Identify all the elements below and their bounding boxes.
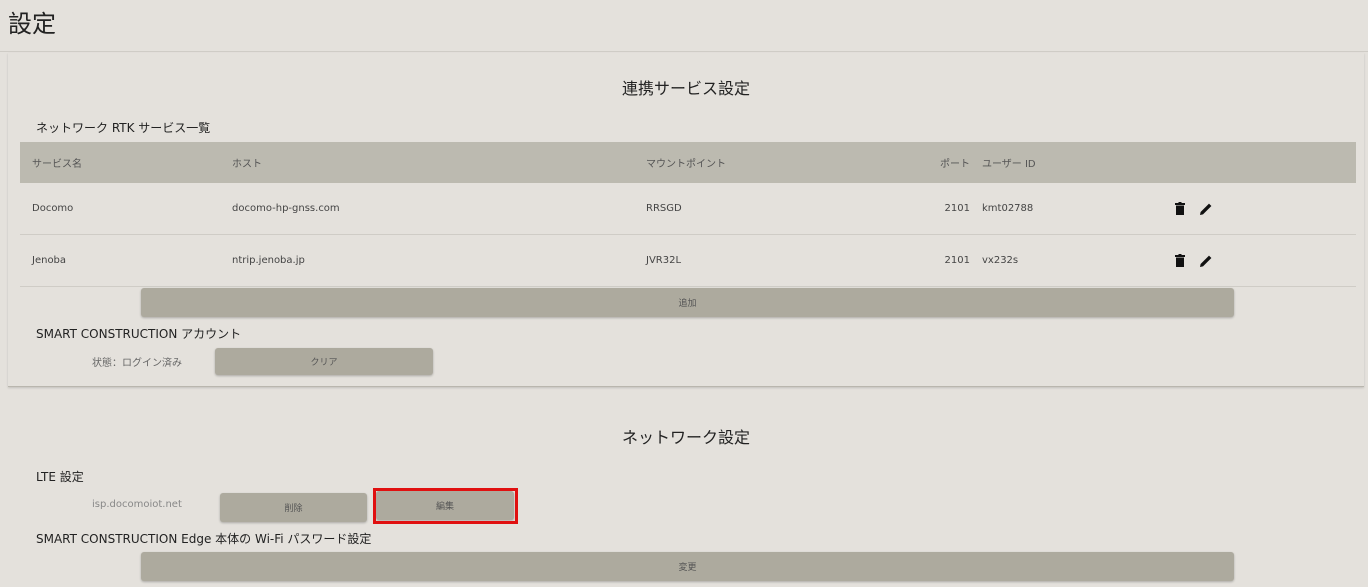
lte-apn-text: isp.docomoiot.net [92,499,182,510]
trash-icon[interactable] [1172,201,1188,217]
delete-lte-button[interactable]: 削除 [220,493,367,522]
column-host: ホスト [232,159,262,170]
linked-service-panel: 連携サービス設定 ネットワーク RTK サービス一覧 サービス名 ホスト マウン… [8,53,1364,387]
table-row: Jenoba ntrip.jenoba.jp JVR32L 2101 vx232… [20,235,1356,287]
row-actions [1172,183,1214,234]
service-host: docomo-hp-gnss.com [232,203,340,214]
pencil-icon[interactable] [1198,201,1214,217]
lte-settings-title: LTE 設定 [36,470,84,484]
table-row: Docomo docomo-hp-gnss.com RRSGD 2101 kmt… [20,183,1356,235]
service-port: 2101 [944,203,970,214]
service-mount-point: JVR32L [646,255,682,266]
smart-construction-account-title: SMART CONSTRUCTION アカウント [36,327,242,341]
network-settings-title: ネットワーク設定 [621,428,750,447]
linked-service-title: 連携サービス設定 [621,79,750,98]
page-title: 設定 [8,10,56,38]
service-user-id: kmt02788 [982,203,1034,214]
wifi-password-settings-title: SMART CONSTRUCTION Edge 本体の Wi-Fi パスワード設… [36,532,372,546]
network-settings-panel: ネットワーク設定 LTE 設定 isp.docomoiot.net 削除 編集 … [8,392,1364,587]
column-port: ポート [940,159,970,170]
login-status-text: 状態：ログイン済み [92,358,182,369]
row-actions [1172,235,1214,286]
trash-icon[interactable] [1172,253,1188,269]
add-service-button[interactable]: 追加 [141,288,1234,317]
change-wifi-password-button[interactable]: 変更 [141,552,1234,581]
service-user-id: vx232s [982,255,1019,266]
pencil-icon[interactable] [1198,253,1214,269]
rtk-service-list-title: ネットワーク RTK サービス一覧 [36,121,211,135]
service-host: ntrip.jenoba.jp [232,255,305,266]
column-mount-point: マウントポイント [646,159,726,170]
service-mount-point: RRSGD [646,203,682,214]
rtk-service-table: サービス名 ホスト マウントポイント ポート ユーザー ID Docomo do… [20,142,1356,287]
service-name: Docomo [32,203,74,214]
title-divider [0,51,1368,52]
column-service-name: サービス名 [32,159,82,170]
column-user-id: ユーザー ID [982,159,1036,170]
service-name: Jenoba [32,255,67,266]
service-port: 2101 [944,255,970,266]
clear-account-button[interactable]: クリア [215,348,433,375]
table-header: サービス名 ホスト マウントポイント ポート ユーザー ID [20,142,1356,183]
edit-lte-button[interactable]: 編集 [376,491,514,520]
